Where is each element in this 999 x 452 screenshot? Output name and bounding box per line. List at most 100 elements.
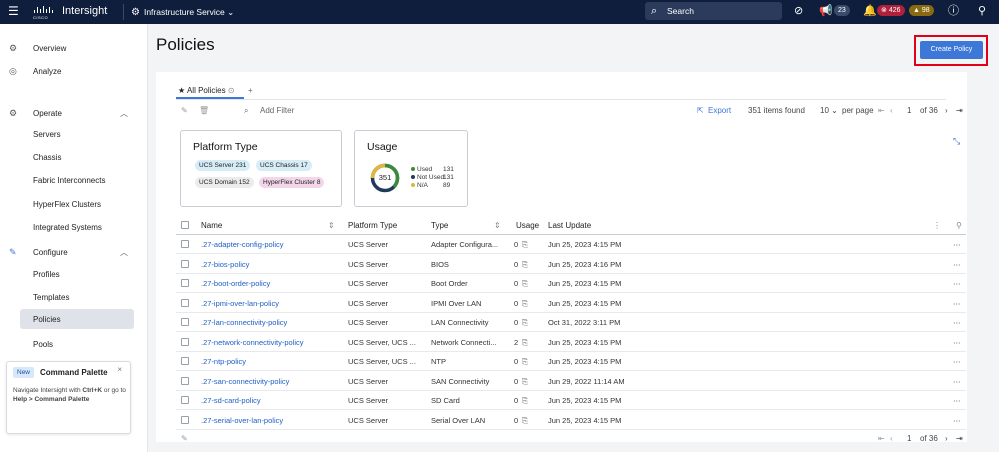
usage-icon[interactable]: ⎘ — [522, 299, 528, 309]
prev-page-icon[interactable]: ‹ — [890, 434, 893, 443]
column-header-type[interactable]: Type — [431, 221, 448, 230]
policy-name-link[interactable]: .27-san-connectivity-policy — [201, 377, 289, 386]
edit-icon[interactable]: ✎ — [181, 434, 188, 443]
policy-name-link[interactable]: .27-bios-policy — [201, 260, 249, 269]
sidebar-item-analyze[interactable]: Analyze — [33, 67, 61, 76]
last-page-icon[interactable]: ⇥ — [956, 106, 963, 115]
row-actions-icon[interactable]: ⋯ — [953, 240, 961, 249]
column-header-last-update[interactable]: Last Update — [548, 221, 591, 230]
sort-icon[interactable]: ⇕ — [328, 221, 335, 230]
usage-icon[interactable]: ⎘ — [522, 416, 528, 426]
row-checkbox[interactable] — [181, 357, 189, 365]
table-row[interactable]: .27-bios-policy UCS Server BIOS 0 ⎘ Jun 25, 2… — [176, 255, 966, 274]
column-settings-icon[interactable]: ⚲ — [956, 221, 962, 230]
table-row[interactable]: .27-boot-order-policy UCS Server Boot Orde… — [176, 274, 966, 293]
row-actions-icon[interactable]: ⋯ — [953, 260, 961, 269]
column-header-name[interactable]: Name — [201, 221, 222, 230]
table-row[interactable]: .27-san-connectivity-policy UCS Server SAN… — [176, 372, 966, 391]
last-page-icon[interactable]: ⇥ — [956, 434, 963, 443]
collapse-widgets-icon[interactable]: ⤡ — [953, 136, 960, 147]
user-icon[interactable]: ⚲ — [978, 4, 986, 18]
policy-name-link[interactable]: .27-sd-card-policy — [201, 396, 261, 405]
policy-name-link[interactable]: .27-adapter-config-policy — [201, 240, 284, 249]
edit-icon[interactable]: ✎ — [181, 106, 188, 115]
delete-icon[interactable]: 🗑 — [199, 106, 209, 115]
row-checkbox[interactable] — [181, 240, 189, 248]
critical-alarm-count[interactable]: ⊗ 426 — [877, 5, 905, 16]
settings-icon[interactable]: ⊙ — [228, 86, 235, 95]
tab-all-policies[interactable]: ★ All Policies ⊙ — [178, 86, 235, 95]
sidebar-item-policies[interactable]: Policies — [33, 315, 61, 324]
table-row[interactable]: .27-sd-card-policy UCS Server SD Card 0 ⎘ Jun… — [176, 391, 966, 410]
chip-ucs-server[interactable]: UCS Server 231 — [195, 160, 251, 171]
chevron-up-icon[interactable]: ︿ — [120, 247, 128, 258]
chevron-up-icon[interactable]: ︿ — [120, 108, 128, 119]
column-header-usage[interactable]: Usage — [516, 221, 539, 230]
row-checkbox[interactable] — [181, 337, 189, 346]
bell-icon[interactable]: 🔔 — [863, 4, 877, 18]
sort-icon[interactable]: ⇕ — [494, 221, 501, 230]
next-page-icon[interactable]: › — [945, 106, 948, 115]
export-icon[interactable]: ⇱ — [697, 106, 704, 115]
row-actions-icon[interactable]: ⋯ — [953, 279, 961, 288]
prev-page-icon[interactable]: ‹ — [890, 106, 893, 115]
service-selector[interactable]: ⚙ Infrastructure Service ⌄ — [131, 4, 234, 21]
help-icon[interactable]: ⓘ — [948, 4, 959, 18]
chip-ucs-chassis[interactable]: UCS Chassis 17 — [256, 160, 312, 171]
table-row[interactable]: .27-adapter-config-policy UCS Server Adapt… — [176, 235, 966, 254]
page-size-select[interactable]: 10 ⌄ — [820, 106, 838, 115]
sidebar-item-hyperflex-clusters[interactable]: HyperFlex Clusters — [33, 200, 101, 209]
close-icon[interactable]: × — [117, 365, 122, 374]
add-tab-button[interactable]: + — [248, 86, 253, 95]
export-button[interactable]: Export — [708, 106, 731, 115]
sidebar-item-templates[interactable]: Templates — [33, 293, 69, 302]
next-page-icon[interactable]: › — [945, 434, 948, 443]
table-row[interactable]: .27-lan-connectivity-policy UCS Server LAN… — [176, 313, 966, 332]
column-resize-icon[interactable]: ⋮ — [933, 221, 941, 230]
usage-icon[interactable]: ⎘ — [522, 357, 528, 367]
row-checkbox[interactable] — [181, 396, 189, 404]
notification-count[interactable]: 23 — [834, 5, 850, 16]
sidebar-item-profiles[interactable]: Profiles — [33, 270, 60, 279]
first-page-icon[interactable]: ⇤ — [878, 434, 885, 443]
row-checkbox[interactable] — [181, 376, 189, 385]
search-input[interactable]: ⌕ Search — [645, 2, 782, 20]
row-checkbox[interactable] — [181, 259, 189, 268]
sidebar-item-configure[interactable]: Configure — [33, 248, 68, 257]
sidebar-item-fabric-interconnects[interactable]: Fabric Interconnects — [33, 176, 105, 185]
check-circle-icon[interactable]: ⊘ — [794, 4, 803, 18]
sidebar-item-integrated-systems[interactable]: Integrated Systems — [33, 223, 102, 232]
policy-name-link[interactable]: .27-boot-order-policy — [201, 279, 270, 288]
sidebar-item-chassis[interactable]: Chassis — [33, 153, 61, 162]
row-actions-icon[interactable]: ⋯ — [953, 377, 961, 386]
row-actions-icon[interactable]: ⋯ — [953, 416, 961, 425]
add-filter-input[interactable]: Add Filter — [260, 106, 294, 115]
table-row[interactable]: .27-ipmi-over-lan-policy UCS Server IPMI O… — [176, 294, 966, 313]
sidebar-item-overview[interactable]: Overview — [33, 44, 66, 53]
row-checkbox[interactable] — [181, 415, 189, 424]
usage-icon[interactable]: ⎘ — [522, 279, 528, 289]
row-checkbox[interactable] — [181, 279, 189, 287]
policy-name-link[interactable]: .27-lan-connectivity-policy — [201, 318, 287, 327]
policy-name-link[interactable]: .27-ntp-policy — [201, 357, 246, 366]
page-input[interactable]: 1 — [907, 434, 911, 443]
chip-hyperflex-cluster[interactable]: HyperFlex Cluster 8 — [259, 177, 325, 188]
menu-icon[interactable]: ☰ — [8, 5, 19, 17]
policy-name-link[interactable]: .27-network-connectivity-policy — [201, 338, 304, 347]
table-row[interactable]: .27-ntp-policy UCS Server, UCS ... NTP 0 ⎘ Ju… — [176, 352, 966, 371]
usage-icon[interactable]: ⎘ — [522, 260, 528, 270]
select-all-checkbox[interactable] — [181, 221, 189, 229]
warning-alarm-count[interactable]: ▲ 98 — [909, 5, 934, 16]
row-actions-icon[interactable]: ⋯ — [953, 357, 961, 366]
row-actions-icon[interactable]: ⋯ — [953, 299, 961, 308]
usage-icon[interactable]: ⎘ — [522, 318, 528, 328]
usage-icon[interactable]: ⎘ — [522, 377, 528, 387]
announcement-icon[interactable]: 📢 — [819, 4, 833, 18]
page-input[interactable]: 1 — [907, 106, 911, 115]
row-actions-icon[interactable]: ⋯ — [953, 318, 961, 327]
row-checkbox[interactable] — [181, 298, 189, 307]
chip-ucs-domain[interactable]: UCS Domain 152 — [195, 177, 254, 188]
policy-name-link[interactable]: .27-serial-over-lan-policy — [201, 416, 283, 425]
sidebar-item-operate[interactable]: Operate — [33, 109, 62, 118]
table-row[interactable]: .27-network-connectivity-policy UCS Serve… — [176, 333, 966, 352]
